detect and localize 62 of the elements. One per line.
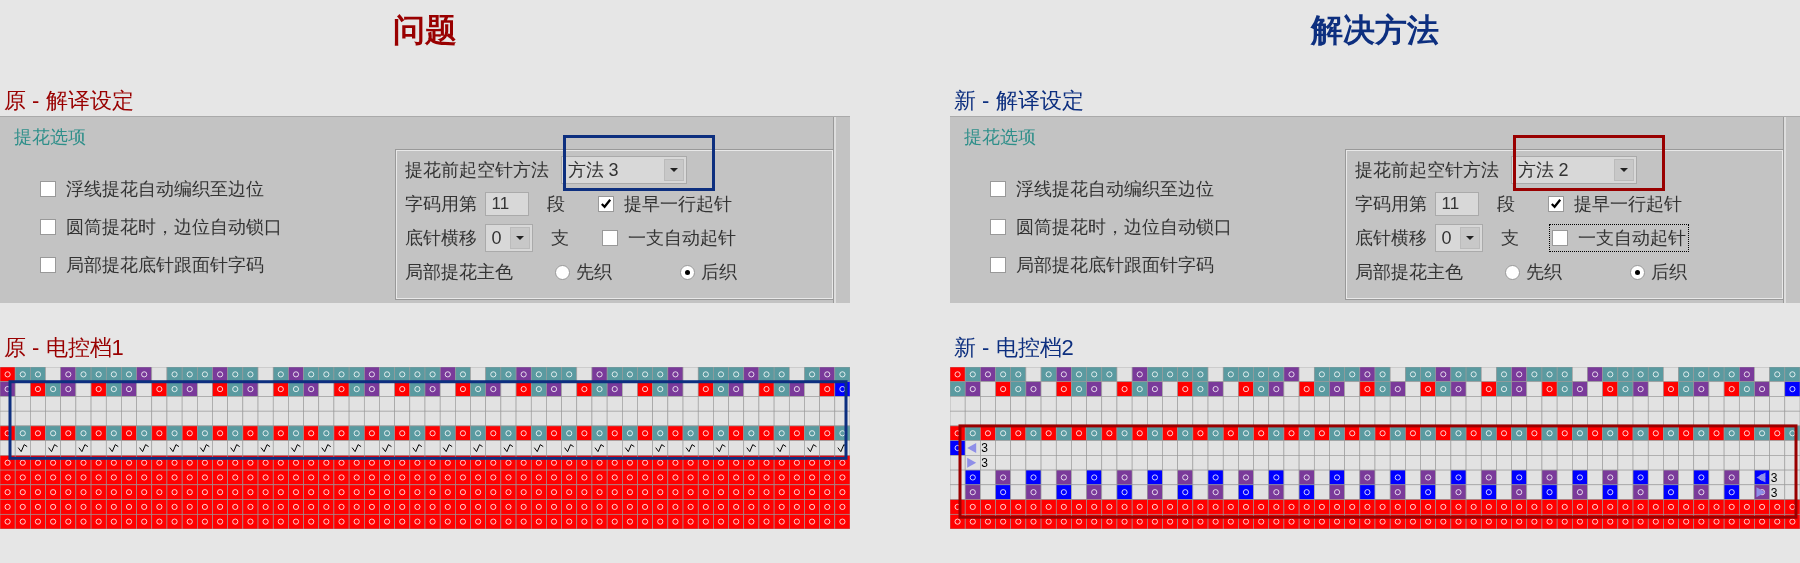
field-label: 局部提花主色 — [404, 261, 513, 284]
radio-label: 先织 — [575, 261, 612, 284]
option-label: 圆筒提花时，边位自动锁口 — [1016, 216, 1232, 239]
arrow-icon — [967, 457, 977, 468]
field-label: 局部提花主色 — [1354, 261, 1463, 284]
checkbox-option[interactable]: 提早一行起针 — [594, 190, 735, 218]
checkbox-option[interactable]: 一支自动起针 — [598, 224, 739, 252]
segment-input[interactable]: 11 — [1434, 192, 1479, 216]
checkbox[interactable] — [1547, 196, 1564, 212]
field-label: 提花前起空针方法 — [404, 159, 549, 182]
section-label: 原 - 电控档1 — [4, 335, 124, 361]
option-label: 浮线提花自动编织至边位 — [66, 178, 264, 201]
checkbox-option[interactable]: 提早一行起针 — [1544, 190, 1685, 218]
row-count-label: 3 — [981, 441, 989, 456]
radio-label: 后织 — [1650, 261, 1687, 284]
option-label: 浮线提花自动编织至边位 — [1016, 178, 1214, 201]
field-label: 底针横移 — [404, 227, 477, 250]
row-count-label: 3 — [1770, 485, 1778, 500]
field-label: 提花前起空针方法 — [1354, 159, 1499, 182]
arrow-icon — [1756, 472, 1766, 483]
checkbox[interactable] — [1551, 230, 1568, 246]
option-label: 圆筒提花时，边位自动锁口 — [66, 216, 282, 239]
radio-label: 先织 — [1525, 261, 1562, 284]
checkbox[interactable] — [990, 181, 1006, 197]
radio-button[interactable] — [1504, 264, 1520, 280]
checkbox[interactable] — [990, 219, 1006, 235]
shift-dropdown[interactable]: 0 — [484, 224, 533, 252]
method-dropdown[interactable]: 方法 2 — [1510, 156, 1637, 184]
radio-button[interactable] — [1629, 264, 1645, 280]
radio-button[interactable] — [554, 264, 570, 280]
group-title: 提花选项 — [964, 126, 1036, 149]
field-label: 底针横移 — [1354, 227, 1427, 250]
field-label: 字码用第 — [1354, 193, 1427, 216]
checkbox[interactable] — [990, 257, 1006, 273]
section-label: 新 - 电控档2 — [954, 335, 1074, 361]
checkbox[interactable] — [40, 257, 56, 273]
section-label: 原 - 解译设定 — [4, 88, 134, 114]
arrow-icon — [1756, 487, 1766, 498]
checkbox[interactable] — [40, 219, 56, 235]
row-count-label: 3 — [981, 456, 989, 471]
arrow-icon — [967, 443, 977, 453]
checkbox-option[interactable]: 一支自动起针 — [1548, 224, 1689, 252]
row-count-label: 3 — [1770, 470, 1778, 485]
radio-label: 后织 — [700, 261, 737, 284]
field-label: 字码用第 — [404, 193, 477, 216]
method-dropdown[interactable]: 方法 3 — [560, 156, 687, 184]
unit-label: 支 — [1500, 227, 1519, 250]
unit-label: 段 — [546, 193, 565, 216]
panel-heading: 问题 — [393, 11, 457, 50]
unit-label: 支 — [550, 227, 569, 250]
shift-dropdown[interactable]: 0 — [1434, 224, 1483, 252]
option-label: 局部提花底针跟面针字码 — [1016, 254, 1214, 277]
panel-heading: 解决方法 — [1311, 11, 1439, 50]
option-label: 局部提花底针跟面针字码 — [66, 254, 264, 277]
segment-input[interactable]: 11 — [484, 192, 529, 216]
unit-label: 段 — [1496, 193, 1515, 216]
checkbox[interactable] — [601, 230, 618, 246]
checkbox[interactable] — [597, 196, 614, 212]
section-label: 新 - 解译设定 — [954, 88, 1084, 114]
radio-button[interactable] — [679, 264, 695, 280]
checkbox[interactable] — [40, 181, 56, 197]
group-title: 提花选项 — [14, 126, 86, 149]
